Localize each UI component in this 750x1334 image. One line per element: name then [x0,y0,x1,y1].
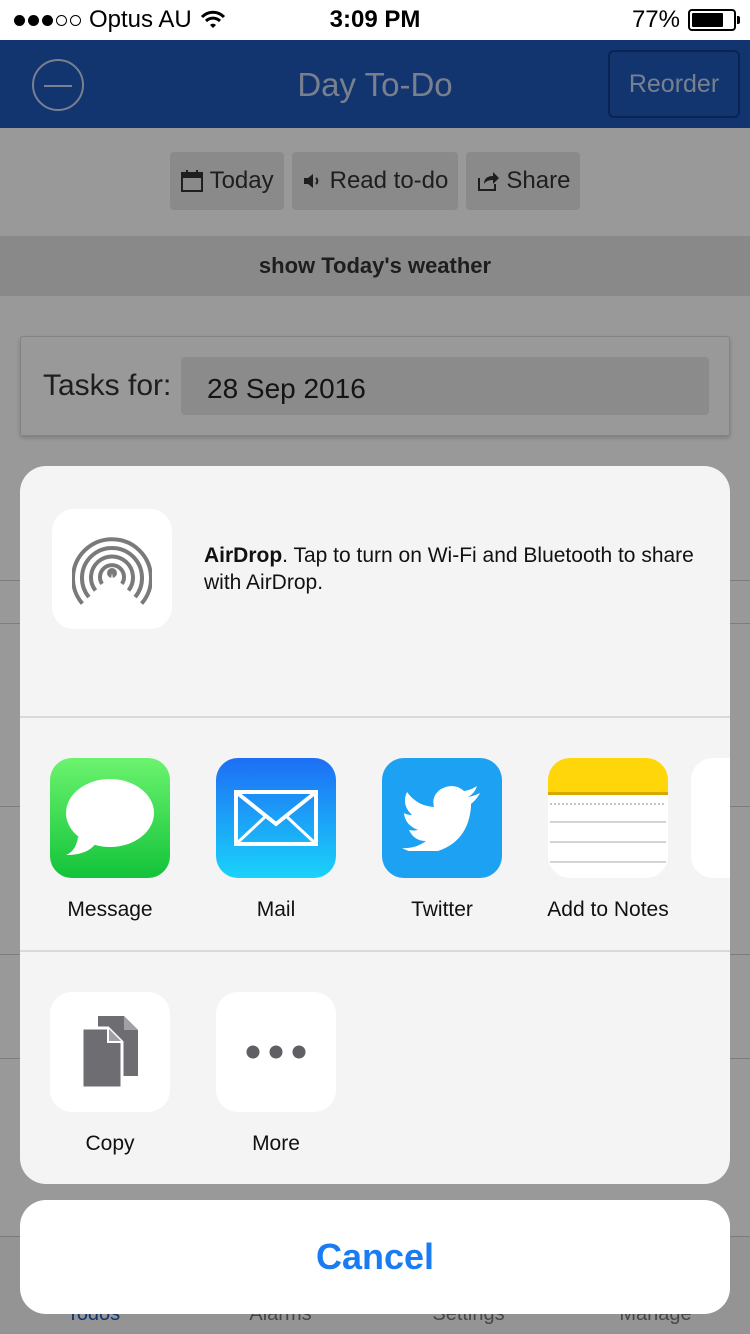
battery-percent: 77% [631,6,680,33]
airdrop-description: AirDrop. Tap to turn on Wi-Fi and Blueto… [204,542,704,596]
twitter-icon [382,758,502,878]
airdrop-title: AirDrop [204,544,283,567]
copy-icon [50,992,170,1112]
message-icon [50,758,170,878]
mail-icon [216,758,336,878]
share-app-partial[interactable] [691,758,730,878]
status-bar: Optus AU 3:09 PM 77% [0,0,750,40]
notes-label: Add to Notes [547,898,669,921]
partial-app-icon [691,758,730,878]
action-copy[interactable]: Copy [27,992,193,1156]
notes-icon [548,758,668,878]
copy-label: Copy [85,1132,135,1155]
twitter-label: Twitter [411,898,473,921]
more-icon [216,992,336,1112]
share-sheet: AirDrop. Tap to turn on Wi-Fi and Blueto… [20,466,730,1184]
battery-fill [692,13,723,27]
battery-icon [688,9,740,31]
status-right: 77% [631,6,740,34]
action-more[interactable]: More [193,992,359,1156]
message-label: Message [67,898,153,921]
share-app-twitter[interactable]: Twitter [359,758,525,922]
airdrop-section[interactable]: AirDrop. Tap to turn on Wi-Fi and Blueto… [20,466,730,716]
airdrop-icon [52,509,172,629]
share-apps-row: Message Mail Twitter Add to Notes [20,718,730,950]
share-actions-row: Copy More [20,952,730,1184]
mail-label: Mail [256,898,296,921]
share-app-mail[interactable]: Mail [193,758,359,922]
share-app-notes[interactable]: Add to Notes [525,758,691,922]
more-label: More [252,1132,300,1155]
share-app-message[interactable]: Message [27,758,193,922]
cancel-button[interactable]: Cancel [20,1200,730,1314]
